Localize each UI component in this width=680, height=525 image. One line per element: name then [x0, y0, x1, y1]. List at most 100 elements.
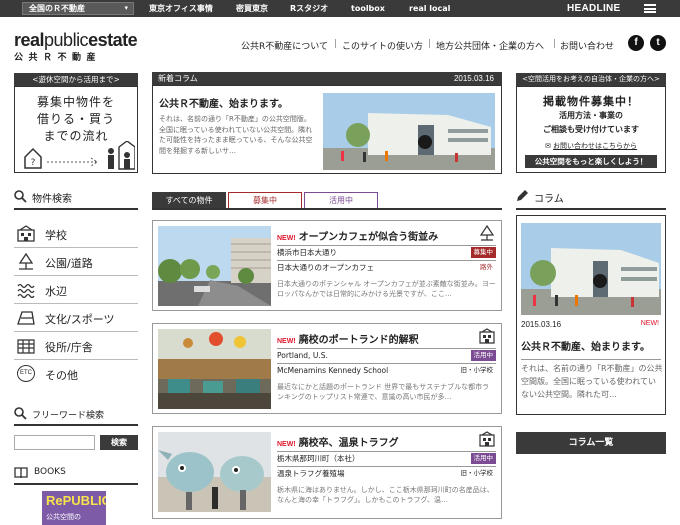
column-post-title[interactable]: 公共Ｒ不動産、始まります。 [521, 338, 661, 360]
new-column-date: 2015.03.16 [453, 74, 494, 83]
column-rule [516, 208, 666, 210]
tree-icon [18, 253, 34, 270]
nav-separator: | [334, 39, 338, 49]
column-photo[interactable] [521, 223, 661, 315]
listing-name-row: McMenamins Kennedy School 旧・小学校 [277, 363, 496, 377]
new-badge: NEW! [640, 320, 659, 327]
category-park-road-label: 公園/道路 [45, 257, 93, 270]
search-icon [14, 407, 27, 420]
listing-location-row: 栃木県那珂川町（本社） 活用中 [277, 451, 496, 465]
logo-text-real: real [14, 30, 45, 50]
nav-contact[interactable]: お問い合わせ [560, 39, 614, 52]
logo-subtitle: 公共Ｒ不動産 [14, 53, 102, 63]
wave-icon [17, 283, 35, 298]
freeword-search-input[interactable] [14, 435, 95, 450]
listing-description: 栃木県に海はありません。しかし、ここ栃木県那珂川町の名産品は、なんと海の幸「トラ… [277, 486, 494, 504]
search-button[interactable]: 検索 [100, 435, 138, 450]
listing-card[interactable]: NEW! 廃校卒、温泉トラフグ 栃木県那珂川町（本社） 活用中 温泉トラフグ養殖場… [152, 426, 502, 519]
menu-icon[interactable] [644, 4, 656, 13]
category-government-office[interactable]: 役所/庁舎 [14, 332, 138, 360]
sidebar-rule [14, 424, 138, 426]
topbar-link-reallocal[interactable]: real local [409, 0, 450, 17]
listing-title[interactable]: NEW! 廃校卒、温泉トラフグ [277, 434, 399, 449]
tree-icon [479, 225, 495, 241]
category-culture-sports[interactable]: 文化/スポーツ [14, 304, 138, 332]
school-icon [479, 328, 495, 344]
listing-description: 最近なにかと話題のポートランド 世界で最もサステナブルな都市ランキングのトップリ… [277, 383, 490, 401]
tab-active[interactable]: 活用中 [304, 192, 378, 208]
topbar-link-office[interactable]: 東京オフィス事情 [149, 0, 213, 17]
school-icon [479, 431, 495, 447]
freeword-search-title: フリーワード検索 [32, 411, 105, 421]
promo-right-line2: ご相談も受け付けています [543, 125, 639, 134]
promo-right-banner[interactable]: 掲載物件募集中！ 活用方法・事業の ご相談も受け付けています ✉ お問い合わせは… [516, 86, 666, 173]
stadium-icon [17, 311, 35, 325]
new-column-card[interactable]: 公共Ｒ不動産、始まります。 それは、名前の通り「R不動産」の公共空間版。全国に眠… [152, 85, 502, 174]
listing-name-row: 日本大通りのオープンカフェ 路外 [277, 260, 496, 274]
new-column-photo[interactable] [323, 93, 495, 170]
book-cover[interactable]: RePUBLIC 公共空間の [42, 491, 106, 525]
listing-title[interactable]: NEW! オープンカフェが似合う街並み [277, 228, 438, 243]
listing-title-text: 廃校のポートランド的解釈 [298, 335, 419, 346]
promo-right-contact[interactable]: ✉ お問い合わせはこちらから [517, 141, 665, 151]
promo-right-cta[interactable]: 公共空間をもっと楽しくしよう！ [525, 155, 657, 168]
topbar-link-toolbox[interactable]: toolbox [351, 0, 385, 17]
column-date: 2015.03.16 [521, 320, 562, 329]
new-column-title[interactable]: 公共Ｒ不動産、始まります。 [159, 95, 288, 110]
svg-text:?: ? [31, 158, 36, 168]
category-school[interactable]: 学校 [14, 220, 138, 248]
status-badge: 活用中 [470, 350, 496, 361]
category-park-road[interactable]: 公園/道路 [14, 248, 138, 276]
topbar-link-mitsubai[interactable]: 密買東京 [236, 0, 268, 17]
new-badge: NEW! [277, 338, 296, 345]
nav-about[interactable]: 公共R不動産について [241, 39, 328, 52]
logo-text-public: public [44, 30, 89, 50]
headline-link[interactable]: HEADLINE [567, 0, 621, 17]
listing-description: 日本大通りのポテンシャル オープンカフェが並ぶ素敵な街並み。ヨーロッパなんかでは… [277, 280, 496, 298]
logo-text-estate: estate [88, 30, 138, 50]
listing-name: McMenamins Kennedy School [277, 366, 389, 375]
book-cover-subtitle: 公共空間の [46, 513, 81, 521]
listing-photo[interactable] [158, 329, 271, 409]
new-column-label: 新着コラム [158, 74, 198, 83]
listing-type: 路外 [480, 263, 493, 271]
tabs-rule [152, 208, 502, 210]
listing-title[interactable]: NEW! 廃校のポートランド的解釈 [277, 331, 419, 346]
freeword-search-form: 検索 [14, 435, 138, 450]
category-other-label: その他 [45, 369, 78, 382]
listing-type: 旧・小学校 [460, 366, 494, 374]
chevron-down-icon: ▾ [124, 4, 128, 12]
sidebar-rule [14, 483, 138, 485]
pencil-icon [517, 190, 528, 201]
region-selector[interactable]: 全国のＲ不動産 ▾ [22, 2, 134, 15]
promo-left-line1: 募集中物件を [36, 95, 115, 109]
tab-all[interactable]: すべての物件 [152, 192, 226, 208]
listing-name: 日本大通りのオープンカフェ [277, 263, 375, 272]
nav-separator: | [428, 39, 432, 49]
facebook-icon[interactable]: f [628, 35, 644, 51]
promo-right-contact-text: お問い合わせはこちらから [553, 142, 638, 150]
twitter-icon[interactable]: t [650, 35, 666, 51]
column-card[interactable]: 2015.03.16 NEW! 公共Ｒ不動産、始まります。 それは、名前の通り「… [516, 215, 666, 415]
top-bar: 全国のＲ不動産 ▾ 東京オフィス事情 密買東京 Rスタジオ toolbox re… [0, 0, 680, 17]
listing-photo[interactable] [158, 226, 271, 306]
site-logo[interactable]: realpublicestate 公共Ｒ不動産 [14, 30, 138, 63]
listing-card[interactable]: NEW! オープンカフェが似合う街並み 横浜市日本大通り 募集中 日本大通りのオー… [152, 220, 502, 311]
category-other[interactable]: ETC その他 [14, 360, 138, 388]
building-icon [17, 339, 35, 354]
nav-howto[interactable]: このサイトの使い方 [342, 39, 423, 52]
topbar-link-rstudio[interactable]: Rスタジオ [290, 0, 328, 17]
property-search-title: 物件検索 [32, 194, 72, 205]
promo-left-banner[interactable]: 募集中物件を 借りる・買う までの流れ ? [14, 86, 138, 173]
new-badge: NEW! [277, 441, 296, 448]
column-post-excerpt: それは、名前の通り「R不動産」の公共空間版。全国に眠っている使われていない公共空… [521, 364, 663, 399]
nav-separator: | [553, 39, 557, 49]
nav-government[interactable]: 地方公共団体・企業の方へ [436, 39, 544, 52]
listing-title-text: 廃校卒、温泉トラフグ [298, 438, 399, 449]
tab-recruiting[interactable]: 募集中 [228, 192, 302, 208]
category-waterside[interactable]: 水辺 [14, 276, 138, 304]
listing-photo[interactable] [158, 432, 271, 512]
column-list-button[interactable]: コラム一覧 [516, 432, 666, 454]
book-cover-title: RePUBLIC [46, 493, 106, 508]
listing-card[interactable]: NEW! 廃校のポートランド的解釈 Portland, U.S. 活用中 McMe… [152, 323, 502, 414]
